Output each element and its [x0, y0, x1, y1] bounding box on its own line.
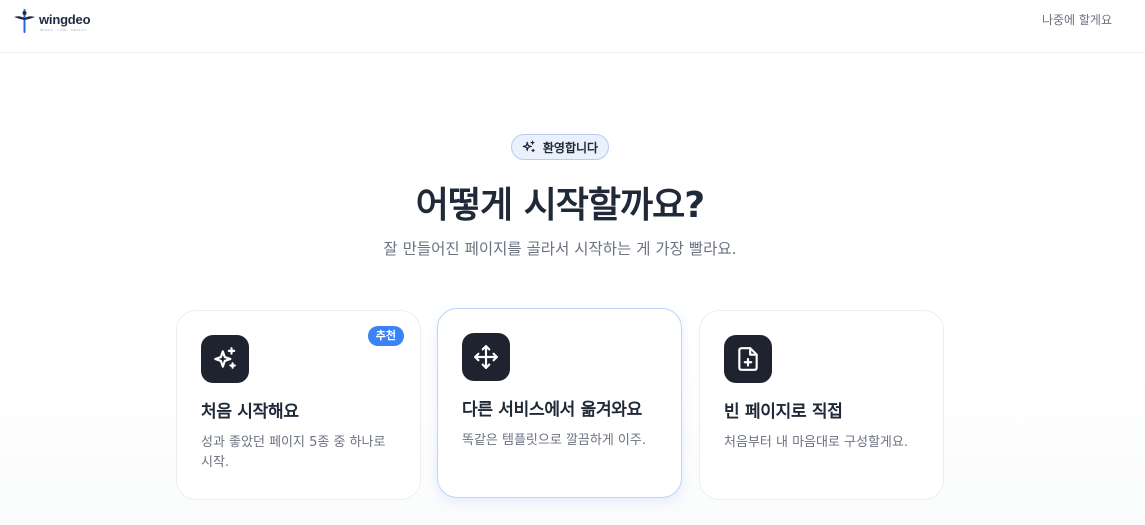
card-icon-box [462, 333, 510, 381]
card-icon-box [201, 335, 249, 383]
recommended-badge: 추천 [367, 326, 404, 346]
card-title: 처음 시작해요 [201, 402, 299, 422]
skip-later-link[interactable]: 나중에 할게요 [1042, 11, 1112, 28]
card-description: 성과 좋았던 페이지 5종 중 하나로 시작. [201, 435, 386, 470]
welcome-badge: 환영합니다 [511, 134, 609, 160]
onboarding-page: wingdeo WINGS · LINK · DEPLOY 나중에 할게요 환영… [0, 0, 1145, 525]
logo[interactable]: wingdeo WINGS · LINK · DEPLOY [13, 9, 91, 35]
card-description: 처음부터 내 마음대로 구성할게요. [724, 435, 908, 450]
start-fresh-card[interactable]: 추천 처음 시작해요 성과 좋았던 페이지 5종 중 하나로 시작. [176, 310, 421, 500]
move-arrows-icon [474, 345, 498, 369]
blank-page-card[interactable]: 빈 페이지로 직접 처음부터 내 마음대로 구성할게요. [699, 310, 944, 500]
sparkles-icon [522, 140, 535, 153]
logo-text: wingdeo [39, 12, 91, 27]
top-header: wingdeo WINGS · LINK · DEPLOY 나중에 할게요 [0, 0, 1145, 53]
sparkles-icon [214, 347, 236, 369]
card-icon-box [724, 335, 772, 383]
page-subtitle: 잘 만들어진 페이지를 골라서 시작하는 게 가장 빨라요. [383, 240, 737, 258]
migrate-card[interactable]: 다른 서비스에서 옮겨와요 똑같은 템플릿으로 깔끔하게 이주. [437, 308, 682, 498]
logo-tagline: WINGS · LINK · DEPLOY [40, 28, 87, 32]
file-plus-icon [738, 347, 758, 371]
page-title: 어떻게 시작할까요? [415, 185, 705, 226]
card-title: 빈 페이지로 직접 [724, 402, 843, 422]
card-description: 똑같은 템플릿으로 깔끔하게 이주. [462, 433, 646, 448]
card-title: 다른 서비스에서 옮겨와요 [462, 400, 642, 420]
logo-mark-icon [14, 9, 35, 33]
welcome-badge-label: 환영합니다 [542, 140, 599, 155]
